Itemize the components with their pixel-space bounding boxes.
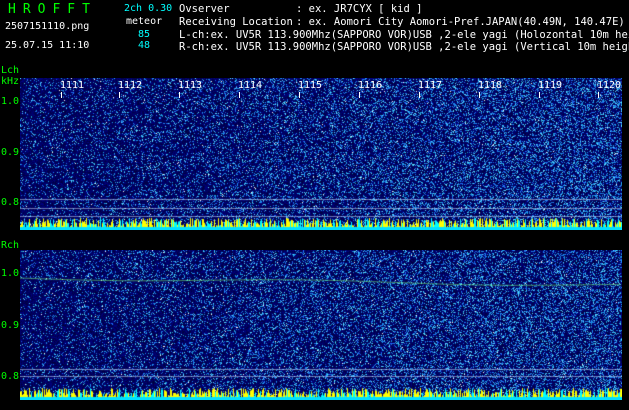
time-tick-mark xyxy=(239,92,240,98)
rch-waterfall xyxy=(20,250,624,400)
time-tick-1116: 1116 xyxy=(358,80,383,91)
time-tick-1115: 1115 xyxy=(298,80,323,91)
filename-label: 2507151110.png xyxy=(5,21,90,32)
lch-receiver-info: L-ch:ex. UV5R 113.900Mhz(SAPPORO VOR)USB… xyxy=(179,29,629,41)
rch-freq-1.0: 1.0 xyxy=(1,268,20,279)
datetime-label: 25.07.15 11:10 xyxy=(5,40,90,51)
time-tick-mark xyxy=(419,92,420,98)
rch-label: Rch xyxy=(1,240,20,251)
time-tick-mark xyxy=(119,92,120,98)
time-tick-mark xyxy=(179,92,180,98)
time-tick-1119: 1119 xyxy=(538,80,563,91)
rch-receiver-info: R-ch:ex. UV5R 113.900Mhz(SAPPORO VOR)USB… xyxy=(179,41,629,53)
time-tick-1120: 1120 xyxy=(597,80,622,91)
time-tick-1118: 1118 xyxy=(478,80,503,91)
location-value: : ex. Aomori City Aomori-Pref.JAPAN(40.4… xyxy=(296,16,625,28)
time-tick-1117: 1117 xyxy=(418,80,443,91)
time-tick-mark xyxy=(598,92,599,98)
brand-title: HROFFT xyxy=(8,2,97,17)
observer-label: Ovserver xyxy=(179,3,230,15)
time-tick-mark xyxy=(479,92,480,98)
time-tick-mark xyxy=(539,92,540,98)
time-tick-mark xyxy=(61,92,62,98)
rch-freq-0.8: 0.8 xyxy=(1,371,20,382)
location-label: Receiving Location xyxy=(179,16,293,28)
right-edge-strip xyxy=(622,78,629,400)
lch-count: 85 xyxy=(138,29,151,40)
time-tick-1112: 1112 xyxy=(118,80,143,91)
mode-label: meteor xyxy=(126,16,163,27)
lch-label: Lch xyxy=(1,65,20,76)
lch-freq-0.9: 0.9 xyxy=(1,147,20,158)
rch-count: 48 xyxy=(138,40,151,51)
lch-waterfall xyxy=(20,78,624,230)
time-tick-1113: 1113 xyxy=(178,80,203,91)
time-tick-mark xyxy=(299,92,300,98)
lch-freq-1.0: 1.0 xyxy=(1,96,20,107)
lch-unit-label: kHz xyxy=(1,76,20,87)
observer-value: : ex. JR7CYX [ kid ] xyxy=(296,3,423,15)
lch-freq-0.8: 0.8 xyxy=(1,197,20,208)
rch-freq-0.9: 0.9 xyxy=(1,320,20,331)
time-tick-1114: 1114 xyxy=(238,80,263,91)
time-tick-mark xyxy=(359,92,360,98)
time-tick-1111: 1111 xyxy=(60,80,85,91)
version-label: 2ch 0.30 xyxy=(124,3,173,14)
